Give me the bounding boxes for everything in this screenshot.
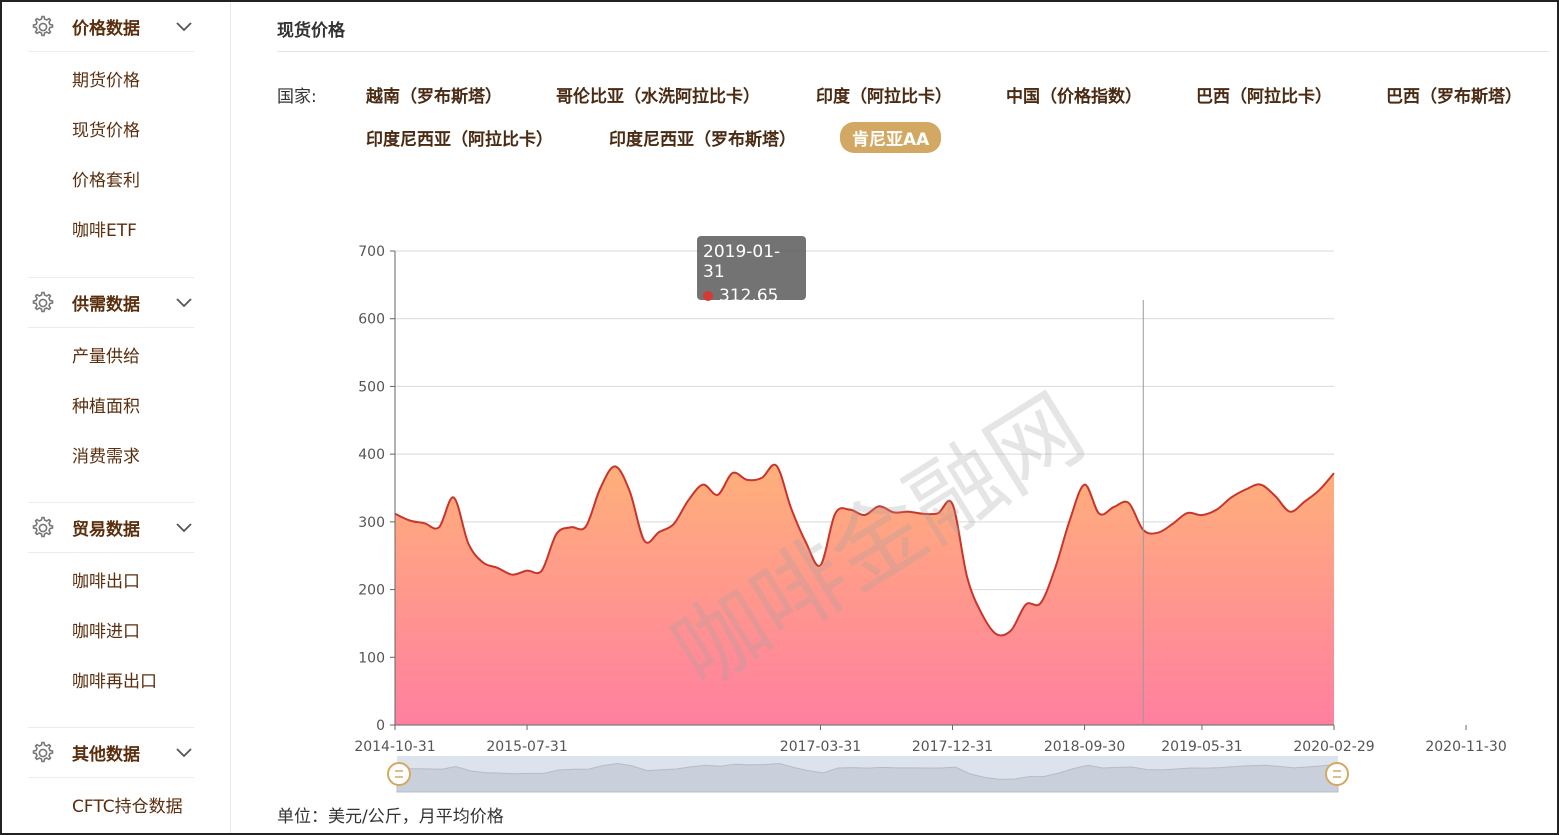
tooltip-date: 2019-01-31 bbox=[703, 242, 781, 282]
x-tick-label: 2018-09-30 bbox=[1044, 739, 1125, 755]
tooltip-value-row: 312.65 bbox=[703, 286, 800, 306]
y-tick-label: 400 bbox=[358, 447, 385, 463]
data-zoom-slider[interactable] bbox=[387, 756, 1349, 793]
y-tick-label: 700 bbox=[358, 244, 385, 260]
zoom-handle-right[interactable] bbox=[1325, 762, 1349, 786]
zoom-handle-left[interactable] bbox=[387, 762, 411, 786]
y-tick-label: 600 bbox=[358, 312, 385, 328]
x-tick-label: 2014-10-31 bbox=[354, 739, 435, 755]
x-tick-label: 2019-05-31 bbox=[1161, 739, 1242, 755]
x-tick-label: 2017-12-31 bbox=[912, 739, 993, 755]
y-tick-label: 100 bbox=[358, 650, 385, 666]
price-chart[interactable]: 0 100 200 300 400 500 600 700 2014-10-31 2015-07-… bbox=[0, 0, 1559, 835]
y-tick-label: 0 bbox=[376, 718, 385, 734]
x-tick-label: 2017-03-31 bbox=[780, 739, 861, 755]
x-tick-label: 2015-07-31 bbox=[486, 739, 567, 755]
y-tick-label: 500 bbox=[358, 379, 385, 395]
tooltip-value: 312.65 bbox=[719, 286, 779, 306]
chart-tooltip: 2019-01-31 312.65 bbox=[697, 236, 806, 306]
y-tick-label: 200 bbox=[358, 583, 385, 599]
series-dot-icon bbox=[703, 291, 713, 301]
x-tick-label: 2020-02-29 bbox=[1293, 739, 1374, 755]
x-tick-label: 2020-11-30 bbox=[1425, 739, 1506, 755]
y-tick-label: 300 bbox=[358, 515, 385, 531]
